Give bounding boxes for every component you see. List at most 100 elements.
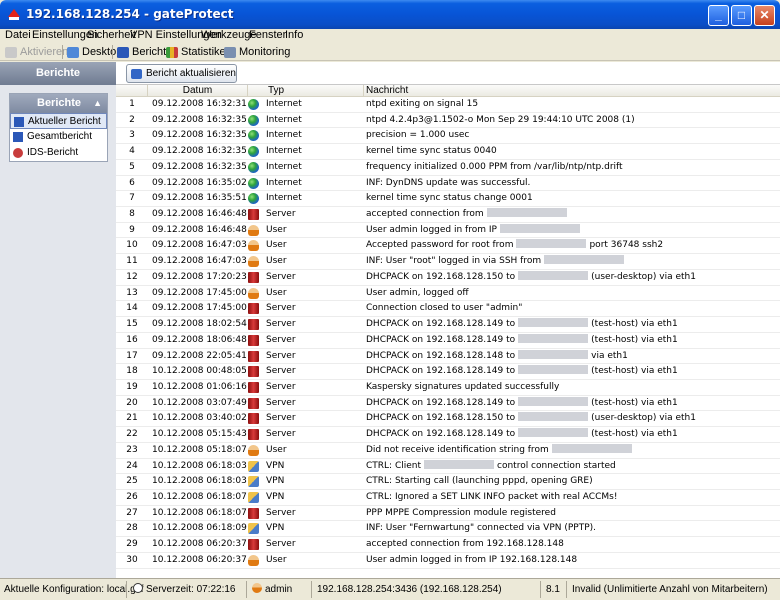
row-date: 09.12.2008 16:46:48 bbox=[152, 224, 247, 235]
sidebar-item-ids-report[interactable]: IDS-Bericht bbox=[10, 145, 107, 161]
menu-info[interactable]: Info bbox=[285, 29, 303, 41]
statistics-button[interactable]: Statistiken bbox=[166, 45, 232, 59]
maximize-button[interactable]: □ bbox=[731, 5, 752, 26]
chevron-up-icon[interactable]: ▲ bbox=[93, 94, 102, 113]
row-message: kernel time sync status change 0001 bbox=[366, 191, 533, 206]
desktop-button[interactable]: Desktop bbox=[67, 45, 122, 59]
row-message-suffix: (test-host) via eth1 bbox=[591, 319, 678, 330]
table-row[interactable]: 7 09.12.2008 16:35:51 Internet kernel time … bbox=[116, 191, 780, 208]
table-row[interactable]: 3 09.12.2008 16:32:35 Internet precision = … bbox=[116, 128, 780, 145]
reports-panel-header[interactable]: Berichte ▲ bbox=[10, 94, 107, 113]
table-row[interactable]: 18 10.12.2008 00:48:05 Server DHCPACK on 19… bbox=[116, 364, 780, 380]
menu-sicherheit[interactable]: Sicherheit bbox=[87, 29, 136, 41]
globe-icon bbox=[248, 130, 259, 142]
monitoring-button[interactable]: Monitoring bbox=[224, 45, 290, 59]
table-row[interactable]: 16 09.12.2008 18:06:48 Server DHCPACK on 19… bbox=[116, 333, 780, 349]
menu-fenster[interactable]: Fenster bbox=[249, 29, 286, 41]
toolbar-separator bbox=[62, 45, 63, 59]
redacted-text bbox=[518, 270, 589, 280]
update-report-button[interactable]: Bericht aktualisieren bbox=[126, 64, 237, 83]
row-date: 10.12.2008 06:20:37 bbox=[152, 539, 247, 550]
row-message-text: PPP MPPE Compression module registered bbox=[366, 507, 556, 518]
table-row[interactable]: 6 09.12.2008 16:35:02 Internet INF: DynDNS … bbox=[116, 176, 780, 192]
table-row[interactable]: 4 09.12.2008 16:32:35 Internet kernel time … bbox=[116, 144, 780, 160]
table-row[interactable]: 29 10.12.2008 06:20:37 Server accepted conn… bbox=[116, 537, 780, 553]
row-date: 09.12.2008 17:20:23 bbox=[152, 271, 247, 282]
row-message: DHCPACK on 192.168.128.149 to (test-host)… bbox=[366, 364, 678, 379]
row-date: 10.12.2008 06:18:07 bbox=[152, 507, 247, 518]
table-row[interactable]: 11 09.12.2008 16:47:03 User INF: User "root… bbox=[116, 254, 780, 270]
table-row[interactable]: 30 10.12.2008 06:20:37 User User admin logg… bbox=[116, 553, 780, 569]
table-row[interactable]: 17 09.12.2008 22:05:41 Server DHCPACK on 19… bbox=[116, 349, 780, 365]
row-message-text: frequency initialized 0.000 PPM from /va… bbox=[366, 161, 623, 172]
globe-icon bbox=[248, 99, 259, 110]
user-icon bbox=[248, 287, 259, 299]
row-message: DHCPACK on 192.168.128.149 to (test-host)… bbox=[366, 427, 678, 442]
table-row[interactable]: 22 10.12.2008 05:15:43 Server DHCPACK on 19… bbox=[116, 427, 780, 443]
table-row[interactable]: 12 09.12.2008 17:20:23 Server DHCPACK on 19… bbox=[116, 270, 780, 286]
minimize-button[interactable]: _ bbox=[708, 5, 729, 26]
title-bar[interactable]: 192.168.128.254 - gateProtect _ □ ✕ bbox=[0, 0, 780, 29]
row-message: Accepted password for root from port 3674… bbox=[366, 238, 663, 253]
table-row[interactable]: 23 10.12.2008 05:18:07 User Did not receive… bbox=[116, 443, 780, 459]
vpn-icon bbox=[248, 476, 259, 488]
table-row[interactable]: 2 09.12.2008 16:32:35 Internet ntpd 4.2.4p3… bbox=[116, 113, 780, 129]
table-row[interactable]: 19 10.12.2008 01:06:16 Server Kaspersky sig… bbox=[116, 380, 780, 396]
row-number: 14 bbox=[126, 303, 138, 314]
sidebar-item-current-report[interactable]: Aktueller Bericht bbox=[10, 113, 107, 129]
row-number: 24 bbox=[126, 460, 138, 471]
column-header-type[interactable]: Typ bbox=[248, 85, 364, 97]
row-message-suffix: (test-host) via eth1 bbox=[591, 334, 678, 345]
row-message: INF: User "Fernwartung" connected via VP… bbox=[366, 521, 596, 536]
row-number: 12 bbox=[126, 271, 138, 282]
row-type: Internet bbox=[266, 146, 302, 157]
table-row[interactable]: 24 10.12.2008 06:18:03 VPN CTRL: Client cont… bbox=[116, 459, 780, 475]
table-row[interactable]: 28 10.12.2008 06:18:09 VPN INF: User "Fernw… bbox=[116, 521, 780, 538]
row-type: Server bbox=[266, 319, 296, 330]
row-message: Kaspersky signatures updated successfull… bbox=[366, 380, 559, 395]
reports-button[interactable]: Berichte bbox=[117, 45, 172, 59]
row-number: 18 bbox=[126, 366, 138, 377]
table-row[interactable]: 27 10.12.2008 06:18:07 Server PPP MPPE Comp… bbox=[116, 506, 780, 522]
row-number: 2 bbox=[129, 114, 135, 125]
table-row[interactable]: 8 09.12.2008 16:46:48 Server accepted conne… bbox=[116, 207, 780, 223]
row-message-suffix: (test-host) via eth1 bbox=[591, 366, 678, 377]
column-header-date[interactable]: Datum bbox=[148, 85, 248, 97]
row-message: INF: User "root" logged in via SSH from bbox=[366, 254, 625, 269]
row-number: 6 bbox=[129, 177, 135, 188]
row-message: DHCPACK on 192.168.128.150 to (user-deskt… bbox=[366, 411, 696, 426]
table-header: Datum Typ Nachricht bbox=[116, 85, 780, 97]
table-row[interactable]: 14 09.12.2008 17:45:00 Server Connection cl… bbox=[116, 301, 780, 318]
row-date: 10.12.2008 06:18:09 bbox=[152, 523, 247, 534]
sidebar-item-total-report[interactable]: Gesamtbericht bbox=[10, 129, 107, 145]
row-type: Server bbox=[266, 303, 296, 314]
server-icon bbox=[248, 303, 259, 315]
menu-datei[interactable]: Datei bbox=[5, 29, 31, 41]
row-date: 09.12.2008 22:05:41 bbox=[152, 350, 247, 361]
table-row[interactable]: 5 09.12.2008 16:32:35 Internet frequency in… bbox=[116, 160, 780, 176]
table-row[interactable]: 13 09.12.2008 17:45:00 User User admin, log… bbox=[116, 286, 780, 302]
row-type: Server bbox=[266, 350, 296, 361]
redacted-text bbox=[516, 239, 587, 249]
row-number: 20 bbox=[126, 397, 138, 408]
table-row[interactable]: 15 09.12.2008 18:02:54 Server DHCPACK on 19… bbox=[116, 317, 780, 333]
activate-button[interactable]: Aktivieren bbox=[5, 45, 68, 59]
column-header-number[interactable] bbox=[116, 85, 148, 97]
table-row[interactable]: 25 10.12.2008 06:18:03 VPN CTRL: Starting c… bbox=[116, 474, 780, 490]
table-row[interactable]: 26 10.12.2008 06:18:07 VPN CTRL: Ignored a … bbox=[116, 490, 780, 506]
table-row[interactable]: 1 09.12.2008 16:32:31 Internet ntpd exiting… bbox=[116, 97, 780, 113]
row-number: 16 bbox=[126, 334, 138, 345]
row-number: 1 bbox=[129, 99, 135, 109]
table-row[interactable]: 20 10.12.2008 03:07:49 Server DHCPACK on 19… bbox=[116, 396, 780, 412]
status-version: 8.1 bbox=[546, 584, 560, 595]
row-message-text: User admin logged in from IP 192.168.128… bbox=[366, 554, 578, 565]
row-message-text: DHCPACK on 192.168.128.149 to bbox=[366, 429, 516, 440]
row-number: 5 bbox=[129, 161, 135, 172]
row-message: frequency initialized 0.000 PPM from /va… bbox=[366, 160, 623, 175]
close-button[interactable]: ✕ bbox=[754, 5, 775, 26]
table-row[interactable]: 9 09.12.2008 16:46:48 User User admin logge… bbox=[116, 223, 780, 239]
table-row[interactable]: 10 09.12.2008 16:47:03 User Accepted passwo… bbox=[116, 238, 780, 255]
table-row[interactable]: 21 10.12.2008 03:40:02 Server DHCPACK on 19… bbox=[116, 411, 780, 428]
row-type: Server bbox=[266, 271, 296, 282]
column-header-message[interactable]: Nachricht bbox=[364, 85, 780, 97]
